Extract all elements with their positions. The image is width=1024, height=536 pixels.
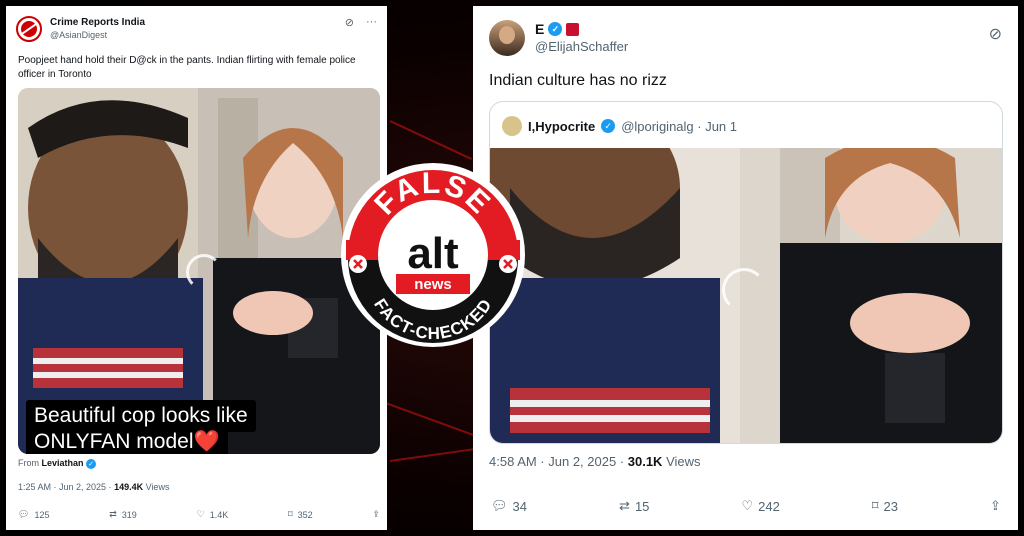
tweet-timestamp: 4:58 AM · Jun 2, 2025 · 30.1K Views — [489, 454, 701, 469]
loading-spinner — [722, 268, 766, 312]
views-label: Views — [662, 454, 701, 469]
quote-author-name: I,Hypocrite — [528, 118, 596, 134]
author-handle[interactable]: @AsianDigest — [50, 29, 145, 41]
quote-avatar — [502, 116, 522, 136]
video-caption-line2: ONLYFAN model❤️ — [26, 430, 228, 454]
bookmark-icon: ⌑ — [871, 498, 879, 513]
reply-count: 125 — [34, 509, 50, 520]
bookmark-button[interactable]: ⌑ 352 — [288, 509, 313, 520]
loading-spinner — [186, 254, 222, 290]
repost-icon: ⇄ — [109, 509, 117, 519]
right-tweet-card: E ✓ @ElijahSchaffer ⊘ Indian culture has… — [473, 6, 1018, 530]
from-source[interactable]: From Leviathan ✓ — [18, 458, 97, 469]
tweet-timestamp: 1:25 AM · Jun 2, 2025 · 149.4K Views — [18, 482, 169, 492]
quoted-tweet[interactable]: I,Hypocrite ✓ @lporiginalg · Jun 1 — [489, 101, 1003, 444]
share-button[interactable]: ⇪ — [372, 509, 380, 520]
affiliate-badge-icon — [566, 22, 580, 36]
badge-logo-sub: news — [414, 276, 452, 293]
author-handle[interactable]: @ElijahSchaffer — [535, 39, 628, 54]
left-tweet-header: Crime Reports India @AsianDigest — [16, 16, 145, 42]
repost-count: 319 — [121, 509, 137, 520]
like-button[interactable]: ♡ 1.4K — [197, 509, 229, 520]
verified-icon: ✓ — [86, 459, 97, 469]
reply-icon: 💬︎ — [18, 509, 30, 519]
like-count: 1.4K — [209, 509, 229, 520]
avatar[interactable] — [489, 20, 525, 56]
right-tweet-header: E ✓ @ElijahSchaffer — [489, 20, 628, 56]
tweet-text: Indian culture has no rizz — [489, 72, 667, 89]
share-icon: ⇪ — [372, 509, 380, 519]
author-name[interactable]: Crime Reports India — [50, 16, 145, 29]
time-text: 1:25 AM · Jun 2, 2025 · — [18, 482, 115, 492]
views-count: 149.4K — [114, 482, 144, 492]
repost-button[interactable]: ⇄ 15 — [619, 498, 649, 514]
repost-count: 15 — [634, 498, 650, 514]
reply-count: 34 — [512, 498, 527, 514]
fact-check-badge: FALSE FACT-CHECKED alt news — [341, 163, 525, 347]
quote-handle: @lporiginalg · Jun 1 — [621, 118, 738, 134]
repost-button[interactable]: ⇄ 319 — [109, 509, 137, 520]
like-button[interactable]: ♡ 242 — [741, 498, 779, 514]
bookmark-count: 23 — [883, 498, 898, 514]
bookmark-button[interactable]: ⌑ 23 — [872, 498, 898, 514]
time-text: 4:58 AM · Jun 2, 2025 · — [489, 454, 628, 469]
left-tweet-card: Crime Reports India @AsianDigest ⊘ ··· P… — [6, 6, 387, 530]
views-label: Views — [143, 482, 170, 492]
quote-video[interactable] — [490, 148, 1002, 443]
share-button[interactable]: ⇪ — [990, 498, 1001, 514]
like-icon: ♡ — [741, 498, 754, 513]
like-count: 242 — [758, 498, 780, 514]
video-caption: Beautiful cop looks like — [26, 400, 256, 432]
from-label: From — [18, 458, 39, 468]
share-icon: ⇪ — [990, 498, 1001, 513]
reply-icon: 💬︎ — [491, 498, 508, 513]
author-name[interactable]: E — [535, 21, 544, 37]
more-icon[interactable]: ··· — [366, 16, 377, 29]
bookmark-count: 352 — [297, 509, 313, 520]
reply-button[interactable]: 💬︎ 125 — [18, 509, 49, 520]
repost-icon: ⇄ — [619, 498, 630, 513]
reply-button[interactable]: 💬︎ 34 — [491, 498, 527, 514]
grok-icon[interactable]: ⊘ — [989, 24, 1002, 44]
badge-logo-main: alt — [407, 229, 459, 278]
tweet-text: Poopjeet hand hold their D@ck in the pan… — [18, 55, 356, 80]
tweet-actions: 💬︎ 125 ⇄ 319 ♡ 1.4K ⌑ 352 ⇪ — [18, 509, 380, 520]
avatar[interactable] — [16, 16, 42, 42]
grok-icon[interactable]: ⊘ — [345, 16, 354, 29]
verified-icon: ✓ — [601, 119, 616, 133]
from-source-name[interactable]: Leviathan — [42, 458, 84, 468]
like-icon: ♡ — [196, 509, 205, 519]
bookmark-icon: ⌑ — [287, 509, 293, 519]
verified-icon: ✓ — [548, 22, 563, 36]
views-count: 30.1K — [627, 454, 663, 469]
tweet-actions: 💬︎ 34 ⇄ 15 ♡ 242 ⌑ 23 ⇪ — [491, 498, 1001, 514]
